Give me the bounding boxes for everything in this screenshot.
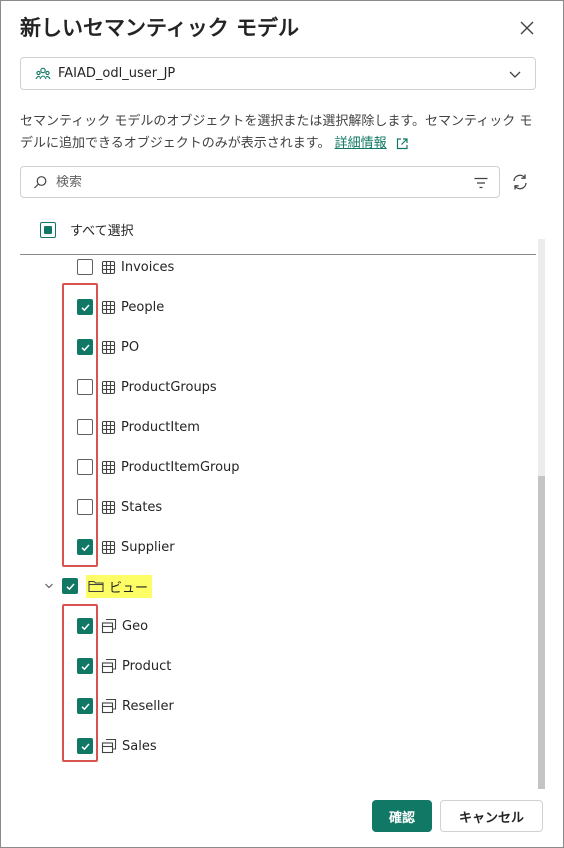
folder-row-views[interactable]: ビュー <box>1 566 531 606</box>
learn-more-link[interactable]: 詳細情報 <box>335 136 387 151</box>
table-icon-wrap <box>101 260 116 275</box>
view-icon-wrap <box>101 658 117 674</box>
highlighted-folder-label: ビュー <box>86 574 153 598</box>
confirm-button[interactable]: 確認 <box>372 800 432 832</box>
table-icon <box>101 500 116 514</box>
view-name: Reseller <box>122 698 174 714</box>
cancel-button[interactable]: キャンセル <box>440 800 543 832</box>
view-icon-wrap <box>101 698 117 714</box>
open-external-icon[interactable] <box>395 137 409 151</box>
folder-icon <box>88 580 104 593</box>
view-name: Geo <box>122 618 149 634</box>
view-icon <box>101 698 117 714</box>
table-name: ProductItemGroup <box>121 459 240 475</box>
people-group-icon <box>35 67 51 79</box>
description: セマンティック モデルのオブジェクトを選択または選択解除します。セマンティック … <box>20 111 540 155</box>
folder-name: ビュー <box>109 580 149 596</box>
annotation-tables-box <box>62 283 98 567</box>
search-box[interactable] <box>20 166 500 198</box>
select-all-label: すべて選択 <box>70 224 134 239</box>
table-name: States <box>121 499 163 515</box>
table-name: People <box>121 299 165 315</box>
view-icon <box>101 658 117 674</box>
search-input[interactable] <box>56 174 456 190</box>
table-icon <box>101 300 116 314</box>
scrollbar-thumb[interactable] <box>538 476 545 789</box>
table-icon <box>101 380 116 394</box>
search-icon <box>34 175 47 188</box>
table-name: Supplier <box>121 539 175 555</box>
table-icon-wrap <box>101 340 116 355</box>
table-icon-wrap <box>101 540 116 555</box>
folder-checkbox[interactable] <box>62 578 78 594</box>
table-icon <box>101 340 116 354</box>
table-name: Invoices <box>121 259 175 275</box>
view-icon <box>101 618 117 634</box>
chevron-down-icon[interactable] <box>43 580 55 592</box>
table-icon-wrap <box>101 300 116 315</box>
close-icon <box>520 21 534 35</box>
table-icon <box>101 260 116 274</box>
workspace-name: FAIAD_odl_user_JP <box>58 66 176 81</box>
table-icon <box>101 420 116 434</box>
table-checkbox[interactable] <box>77 259 93 275</box>
view-name: Product <box>122 658 172 674</box>
select-all-row[interactable]: すべて選択 <box>40 220 134 239</box>
chevron-down-icon <box>509 71 521 78</box>
table-icon-wrap <box>101 460 116 475</box>
select-all-checkbox[interactable] <box>40 221 56 238</box>
view-name: Sales <box>122 738 157 754</box>
table-name: ProductItem <box>121 419 200 435</box>
refresh-icon[interactable] <box>510 172 530 192</box>
table-icon-wrap <box>101 420 116 435</box>
view-icon-wrap <box>101 738 117 754</box>
view-icon <box>101 738 117 754</box>
table-icon <box>101 540 116 554</box>
dialog-title: 新しいセマンティック モデル <box>20 16 300 40</box>
close-button[interactable] <box>513 14 541 42</box>
filter-icon[interactable] <box>473 175 489 191</box>
table-name: PO <box>121 339 140 355</box>
workspace-dropdown[interactable]: FAIAD_odl_user_JP <box>20 57 536 90</box>
description-text: セマンティック モデルのオブジェクトを選択または選択解除します。セマンティック … <box>20 114 533 151</box>
table-icon <box>101 460 116 474</box>
annotation-views-box <box>62 604 98 762</box>
new-semantic-model-dialog: 新しいセマンティック モデル FAIAD_odl_user_JP セマンティック… <box>0 0 564 848</box>
table-icon-wrap <box>101 500 116 515</box>
table-name: ProductGroups <box>121 379 217 395</box>
table-icon-wrap <box>101 380 116 395</box>
view-icon-wrap <box>101 618 117 634</box>
